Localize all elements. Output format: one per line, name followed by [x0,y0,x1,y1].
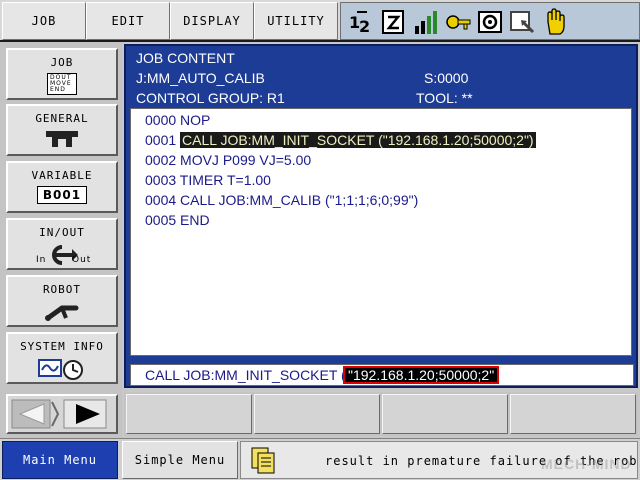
line-instruction: CALL JOB:MM_CALIB ("1;1;1;6;0;99") [180,192,419,208]
program-line[interactable]: 0003 TIMER T=1.00 [145,171,271,189]
page-nav-arrows [11,399,107,429]
side-system-info-button[interactable]: SYSTEM INFO [6,332,118,384]
variable-value-badge: B001 [36,186,88,204]
line-instruction: MOVJ P099 VJ=5.00 [180,152,312,168]
side-robot-button[interactable]: ROBOT [6,275,118,327]
side-system-info-label: SYSTEM INFO [20,340,104,353]
line-number: 0003 [145,172,177,188]
line-number: 0005 [145,212,177,228]
side-general-button[interactable]: GENERAL [6,104,118,156]
input-buffer-line[interactable]: CALL JOB:MM_INIT_SOCKET ( "192.168.1.20;… [130,364,634,386]
step-number: S:0000 [424,70,469,86]
function-key-2[interactable] [254,394,380,434]
menu-edit-button[interactable]: EDIT [86,2,170,40]
speed-level-icon [415,11,437,34]
robot-arm-icon [45,305,79,321]
side-variable-label: VARIABLE [31,169,93,182]
program-line[interactable]: 0002 MOVJ P099 VJ=5.00 [145,151,311,169]
inout-icon: In Out [32,243,92,267]
message-documents-icon [251,447,275,474]
menu-display-button[interactable]: DISPLAY [170,2,254,40]
function-key-4[interactable] [510,394,636,434]
line-instruction-selected: CALL JOB:MM_INIT_SOCKET ("192.168.1.20;5… [180,132,536,148]
side-variable-button[interactable]: VARIABLE B001 [6,161,118,213]
input-buffer-selected-arg[interactable]: "192.168.1.20;50000;2" [343,366,500,384]
function-key-bar [124,392,638,436]
control-group-icon: 1 2 [349,11,370,36]
general-tool-icon [46,131,78,147]
line-instruction: END [180,212,210,228]
status-icon-bar: 1 2 [340,2,640,40]
bottom-bar: Main Menu Simple Menu result in prematur… [0,438,640,480]
servo-status-icon [478,11,502,33]
edit-lock-icon [510,11,535,34]
top-menu-bar: JOB EDIT DISPLAY UTILITY 1 2 [0,0,640,42]
line-instruction: TIMER T=1.00 [179,172,271,188]
side-inout-button[interactable]: IN/OUT In Out [6,218,118,270]
line-number: 0000 [145,112,177,128]
main-menu-button[interactable]: Main Menu [2,441,118,479]
function-key-1[interactable] [126,394,252,434]
watermark-logo: MECH-MIND [541,456,632,472]
line-instruction: NOP [180,112,211,128]
program-line[interactable]: 0004 CALL JOB:MM_CALIB ("1;1;1;6;0;99") [145,191,418,209]
side-general-label: GENERAL [35,112,89,125]
menu-utility-button[interactable]: UTILITY [254,2,338,40]
line-number: 0002 [145,152,177,168]
page-navigation [6,394,118,434]
side-inout-label: IN/OUT [39,226,85,239]
side-job-label: JOB [50,56,74,69]
hand-operation-icon [547,8,565,35]
side-robot-label: ROBOT [42,283,82,296]
message-area[interactable]: result in premature failure of the robot… [240,441,638,479]
side-menu: JOB DOUT MOVE END GENERAL VARIABLE B001 … [0,42,122,438]
job-icon-line: END [50,86,66,93]
input-buffer-prefix: CALL JOB:MM_INIT_SOCKET ( [145,367,346,383]
menu-job-button[interactable]: JOB [2,2,86,40]
job-document-icon: DOUT MOVE END [47,73,77,95]
program-listing[interactable]: 0000 NOP 0001 CALL JOB:MM_INIT_SOCKET ("… [130,108,632,356]
simple-menu-button[interactable]: Simple Menu [122,441,238,479]
line-number: 0001 [145,132,177,148]
svg-text:2: 2 [359,17,370,36]
program-line[interactable]: 0000 NOP [145,111,210,129]
line-number: 0004 [145,192,177,208]
page-title: JOB CONTENT [136,50,235,66]
tool-number: TOOL: ** [416,90,473,106]
function-key-3[interactable] [382,394,508,434]
security-key-icon [446,15,471,30]
system-info-icon [38,359,83,380]
control-group: CONTROL GROUP: R1 [136,90,285,106]
program-line[interactable]: 0005 END [145,211,210,229]
job-name: J:MM_AUTO_CALIB [136,70,265,86]
job-content-panel: JOB CONTENT J:MM_AUTO_CALIB S:0000 CONTR… [124,44,638,388]
teach-mode-icon [382,10,404,34]
program-line-selected[interactable]: 0001 CALL JOB:MM_INIT_SOCKET ("192.168.1… [145,131,536,149]
side-job-button[interactable]: JOB DOUT MOVE END [6,48,118,100]
inout-out-label: Out [72,255,92,265]
inout-in-label: In [36,255,47,265]
